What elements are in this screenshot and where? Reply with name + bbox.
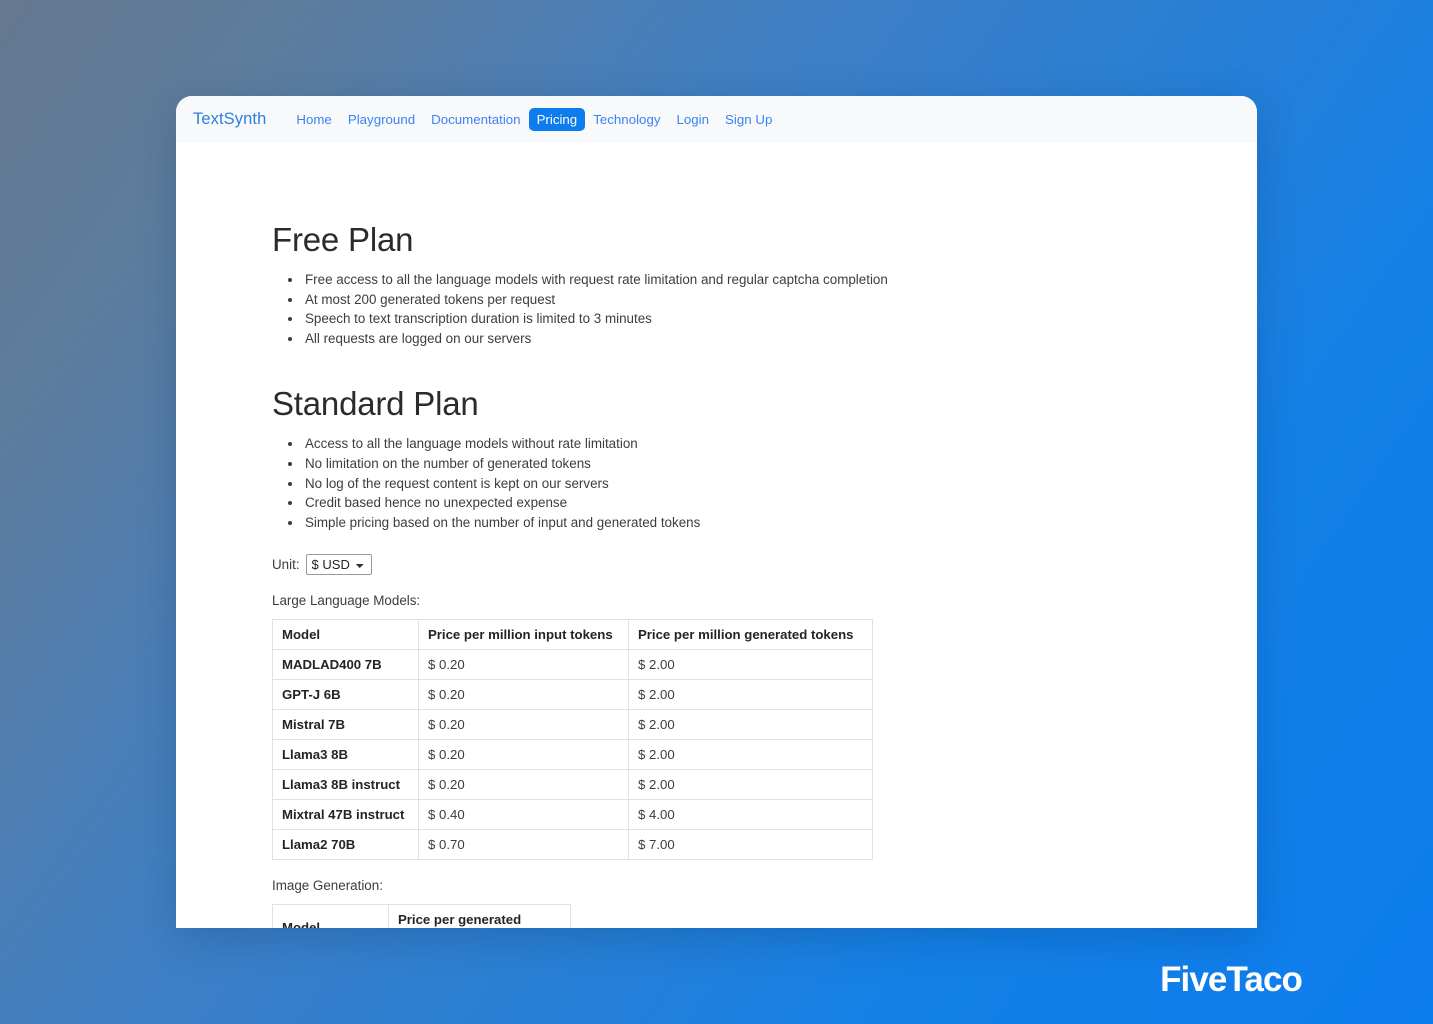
table-row: Mixtral 47B instruct $ 0.40 $ 4.00 <box>272 799 873 831</box>
list-item: Credit based hence no unexpected expense <box>303 493 1257 513</box>
list-item: Simple pricing based on the number of in… <box>303 513 1257 533</box>
free-plan-feature-list: Free access to all the language models w… <box>272 270 1257 348</box>
cell-input-price: $ 0.20 <box>418 739 629 771</box>
table-row: Llama3 8B $ 0.20 $ 2.00 <box>272 739 873 771</box>
cell-input-price: $ 0.20 <box>418 649 629 681</box>
llm-section-caption: Large Language Models: <box>272 593 421 609</box>
image-pricing-table: Model Price per generated image Stable D… <box>272 904 571 928</box>
cell-model: Llama2 70B <box>272 829 419 861</box>
nav-link-home[interactable]: Home <box>288 108 339 131</box>
list-item: Speech to text transcription duration is… <box>303 309 1257 329</box>
nav-link-login[interactable]: Login <box>669 108 718 131</box>
nav-link-pricing[interactable]: Pricing <box>528 108 586 131</box>
pricing-page-content: Free Plan Free access to all the languag… <box>176 221 1257 928</box>
fivetaco-watermark: FiveTaco <box>1160 960 1303 999</box>
cell-model: Mistral 7B <box>272 709 419 741</box>
table-row: GPT-J 6B $ 0.20 $ 2.00 <box>272 679 873 711</box>
table-row: Llama2 70B $ 0.70 $ 7.00 <box>272 829 873 861</box>
standard-plan-feature-list: Access to all the language models withou… <box>272 434 1257 532</box>
table-row: Llama3 8B instruct $ 0.20 $ 2.00 <box>272 769 873 801</box>
list-item: At most 200 generated tokens per request <box>303 290 1257 310</box>
cell-model: MADLAD400 7B <box>272 649 419 681</box>
unit-currency-select[interactable]: $ USD <box>305 554 372 576</box>
cell-input-price: $ 0.20 <box>418 769 629 801</box>
list-item: No log of the request content is kept on… <box>303 474 1257 494</box>
cell-input-price: $ 0.20 <box>418 709 629 741</box>
site-navbar: TextSynth Home Playground Documentation … <box>176 96 1257 143</box>
cell-model: GPT-J 6B <box>272 679 419 711</box>
llm-pricing-table: Model Price per million input tokens Pri… <box>272 619 873 861</box>
cell-generated-price: $ 2.00 <box>628 649 873 681</box>
unit-label: Unit: <box>272 557 300 573</box>
nav-link-playground[interactable]: Playground <box>340 108 423 131</box>
cell-model: Llama3 8B <box>272 739 419 771</box>
cell-generated-price: $ 2.00 <box>628 679 873 711</box>
nav-link-technology[interactable]: Technology <box>585 108 668 131</box>
table-header-row: Model Price per generated image <box>272 904 571 928</box>
cell-generated-price: $ 2.00 <box>628 709 873 741</box>
nav-link-signup[interactable]: Sign Up <box>717 108 780 131</box>
nav-link-documentation[interactable]: Documentation <box>423 108 528 131</box>
cell-input-price: $ 0.20 <box>418 679 629 711</box>
column-header-model: Model <box>272 619 419 651</box>
column-header-generated-price: Price per million generated tokens <box>628 619 873 651</box>
list-item: Free access to all the language models w… <box>303 270 1257 290</box>
list-item: All requests are logged on our servers <box>303 329 1257 349</box>
cell-model: Mixtral 47B instruct <box>272 799 419 831</box>
table-row: Mistral 7B $ 0.20 $ 2.00 <box>272 709 873 741</box>
list-item: Access to all the language models withou… <box>303 434 1257 454</box>
cell-generated-price: $ 2.00 <box>628 739 873 771</box>
image-section-caption: Image Generation: <box>272 878 383 894</box>
column-header-image-price: Price per generated image <box>388 904 571 928</box>
unit-selector-row: Unit: $ USD <box>272 554 1257 576</box>
free-plan-heading: Free Plan <box>272 221 414 258</box>
column-header-model: Model <box>272 904 389 928</box>
cell-generated-price: $ 2.00 <box>628 769 873 801</box>
table-row: MADLAD400 7B $ 0.20 $ 2.00 <box>272 649 873 681</box>
column-header-input-price: Price per million input tokens <box>418 619 629 651</box>
cell-generated-price: $ 7.00 <box>628 829 873 861</box>
cell-generated-price: $ 4.00 <box>628 799 873 831</box>
list-item: No limitation on the number of generated… <box>303 454 1257 474</box>
table-header-row: Model Price per million input tokens Pri… <box>272 619 873 651</box>
cell-input-price: $ 0.40 <box>418 799 629 831</box>
browser-window-card: TextSynth Home Playground Documentation … <box>176 96 1257 928</box>
brand-logo-textsynth[interactable]: TextSynth <box>193 110 266 129</box>
cell-input-price: $ 0.70 <box>418 829 629 861</box>
cell-model: Llama3 8B instruct <box>272 769 419 801</box>
standard-plan-heading: Standard Plan <box>272 385 479 423</box>
